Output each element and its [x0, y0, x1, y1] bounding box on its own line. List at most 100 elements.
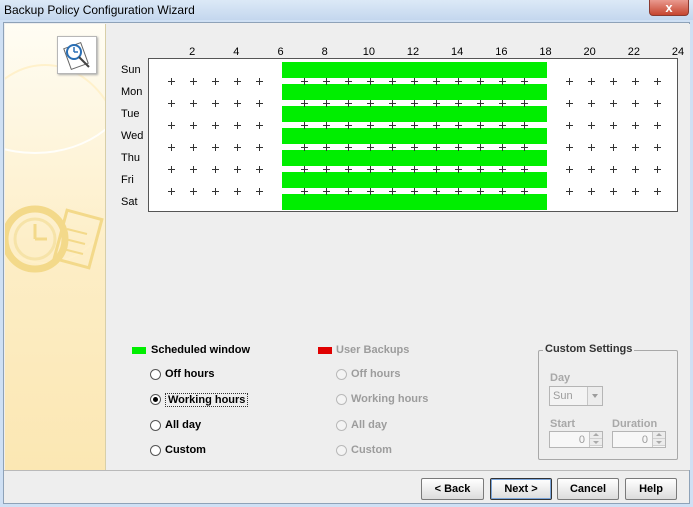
grid-tick-mark	[168, 78, 176, 85]
start-spinner[interactable]: 0	[549, 431, 603, 448]
back-button[interactable]: < Back	[421, 478, 484, 500]
wizard-footer: < Back Next > Cancel Help	[4, 470, 689, 503]
grid-tick-mark	[609, 78, 617, 85]
grid-tick-mark	[499, 166, 507, 173]
spin-down-icon[interactable]	[590, 439, 602, 446]
wizard-sidebar	[5, 24, 106, 470]
radio-label: All day	[351, 419, 388, 431]
scheduled-window-swatch	[132, 347, 146, 354]
grid-tick-mark	[653, 144, 661, 151]
grid-tick-mark	[587, 166, 595, 173]
hour-tick-label: 4	[233, 46, 240, 58]
spin-down-icon[interactable]	[653, 439, 665, 446]
scheduled-window-bar[interactable]	[281, 172, 547, 188]
grid-tick-mark	[609, 100, 617, 107]
grid-tick-mark	[366, 78, 374, 85]
help-button[interactable]: Help	[625, 478, 677, 500]
grid-tick-mark	[388, 78, 396, 85]
duration-label: Duration	[612, 418, 658, 430]
day-label: Mon	[121, 86, 143, 98]
start-value: 0	[578, 434, 585, 446]
grid-tick-mark	[631, 122, 639, 129]
close-button[interactable]: x	[649, 0, 689, 16]
spin-up-icon[interactable]	[653, 432, 665, 439]
grid-tick-mark	[433, 78, 441, 85]
day-label: Fri	[121, 174, 134, 186]
day-select[interactable]: Sun	[549, 386, 603, 406]
schedule-grid[interactable]	[148, 58, 678, 212]
radio-label: Working hours	[165, 393, 249, 407]
grid-tick-mark	[322, 188, 330, 195]
grid-tick-mark	[433, 122, 441, 129]
grid-tick-mark	[168, 122, 176, 129]
grid-tick-mark	[256, 122, 264, 129]
grid-tick-mark	[168, 144, 176, 151]
cancel-button[interactable]: Cancel	[557, 478, 619, 500]
grid-tick-mark	[212, 78, 220, 85]
scheduled-window-bar[interactable]	[281, 84, 547, 100]
grid-tick-mark	[388, 122, 396, 129]
grid-tick-mark	[322, 100, 330, 107]
scheduled-window-legend: Scheduled window	[151, 344, 251, 356]
spin-up-icon[interactable]	[590, 432, 602, 439]
user-backups-legend: User Backups	[336, 344, 410, 356]
scheduled-window-bar[interactable]	[281, 150, 547, 166]
hour-tick-label: 16	[495, 46, 508, 58]
grid-tick-mark	[587, 144, 595, 151]
grid-tick-mark	[521, 166, 529, 173]
grid-tick-mark	[653, 166, 661, 173]
radio-label: All day	[165, 419, 202, 431]
duration-spinner-buttons[interactable]	[652, 432, 665, 447]
grid-tick-mark	[322, 78, 330, 85]
grid-tick-mark	[587, 100, 595, 107]
radio-indicator	[336, 445, 347, 456]
scheduled-window-bar[interactable]	[281, 128, 547, 144]
scheduled-window-bar[interactable]	[281, 106, 547, 122]
start-label: Start	[550, 418, 576, 430]
grid-tick-mark	[521, 144, 529, 151]
grid-tick-mark	[455, 78, 463, 85]
radio-indicator	[150, 445, 161, 456]
grid-tick-mark	[212, 188, 220, 195]
grid-tick-mark	[609, 144, 617, 151]
grid-tick-mark	[499, 100, 507, 107]
grid-tick-mark	[168, 188, 176, 195]
day-label: Thu	[121, 152, 140, 164]
grid-tick-mark	[587, 78, 595, 85]
close-icon: x	[665, 0, 673, 15]
next-button[interactable]: Next >	[490, 478, 552, 500]
grid-tick-mark	[411, 122, 418, 129]
scheduled-window-bar[interactable]	[281, 62, 547, 78]
radio-indicator	[336, 394, 347, 405]
radio-indicator	[150, 394, 161, 405]
hour-tick-label: 12	[406, 46, 420, 58]
grid-tick-mark	[300, 122, 308, 129]
grid-tick-mark	[499, 78, 507, 85]
grid-tick-mark	[322, 166, 330, 173]
chevron-down-icon[interactable]	[587, 387, 602, 405]
grid-tick-mark	[411, 166, 418, 173]
grid-tick-mark	[366, 166, 374, 173]
grid-tick-mark	[344, 78, 352, 85]
grid-tick-mark	[234, 78, 242, 85]
policy-icon	[57, 36, 97, 74]
grid-tick-mark	[300, 188, 308, 195]
hour-tick-label: 6	[277, 46, 284, 58]
grid-tick-mark	[168, 100, 176, 107]
duration-spinner[interactable]: 0	[612, 431, 666, 448]
day-label: Sat	[121, 196, 138, 208]
grid-tick-mark	[411, 78, 418, 85]
grid-tick-mark	[344, 166, 352, 173]
grid-tick-mark	[565, 166, 573, 173]
grid-tick-mark	[455, 122, 463, 129]
grid-tick-mark	[190, 78, 198, 85]
start-spinner-buttons[interactable]	[589, 432, 602, 447]
grid-tick-mark	[433, 144, 441, 151]
grid-tick-mark	[477, 100, 485, 107]
grid-tick-mark	[344, 100, 352, 107]
grid-tick-mark	[477, 144, 485, 151]
grid-tick-mark	[565, 100, 573, 107]
schedule-chart: 2 4 6 8 10 12 14 16 18 20 22 24 Sun Mon Tue Wed Thu Fri S…	[107, 24, 690, 224]
scheduled-window-bar[interactable]	[281, 194, 547, 210]
wizard-content: 2 4 6 8 10 12 14 16 18 20 22 24 Sun Mon Tue Wed Thu Fri S…	[107, 24, 690, 470]
